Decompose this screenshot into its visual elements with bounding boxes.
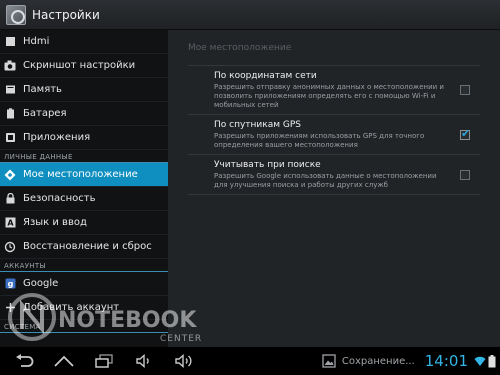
recent-apps-icon <box>95 354 113 368</box>
battery-icon <box>4 108 16 120</box>
system-bar: Сохранение... 14:01 <box>0 347 500 375</box>
sidebar-item-label: Батарея <box>23 108 67 119</box>
sidebar-item-hdmi[interactable]: Hdmi <box>0 30 168 54</box>
volume-down-button[interactable] <box>124 347 164 375</box>
wifi-icon <box>474 356 486 366</box>
section-header-system: СИСТЕМА <box>0 320 168 333</box>
svg-text:A: A <box>7 219 14 228</box>
sidebar-item-language[interactable]: A Язык и ввод <box>0 211 168 235</box>
pref-name: Учитывать при поиске <box>214 160 321 170</box>
home-icon <box>54 355 74 367</box>
detail-pane: Мое местоположение По координатам сети Р… <box>168 30 500 347</box>
sidebar-item-label: Язык и ввод <box>23 217 87 228</box>
location-icon <box>4 169 16 181</box>
settings-list: Hdmi Скриншот настройки Память Батарея П… <box>0 30 168 347</box>
lock-icon <box>4 193 16 205</box>
sidebar-item-add-account[interactable]: Добавить аккаунт <box>0 296 168 320</box>
svg-text:g: g <box>7 280 13 289</box>
pref-summary: Разрешить отправку анонимных данных о ме… <box>214 83 444 109</box>
pref-summary: Разрешить Google использовать данные о м… <box>214 172 437 189</box>
sidebar-item-label: Восстановление и сброс <box>23 241 152 252</box>
plus-icon <box>4 302 16 314</box>
volume-up-icon <box>175 354 192 368</box>
gps-checkbox[interactable] <box>460 127 470 140</box>
sidebar-item-label: Память <box>23 84 62 95</box>
storage-icon <box>4 84 16 96</box>
sidebar-item-security[interactable]: Безопасность <box>0 187 168 211</box>
sidebar-item-apps[interactable]: Приложения <box>0 126 168 150</box>
action-bar: Настройки <box>0 0 500 30</box>
sidebar-item-label: Скриншот настройки <box>23 60 136 71</box>
camera-icon <box>4 60 16 72</box>
preference-list: По координатам сети Разрешить отправку а… <box>188 65 480 195</box>
sidebar-item-label: Безопасность <box>23 193 96 204</box>
sidebar-item-google[interactable]: g Google <box>0 272 168 296</box>
backup-icon <box>4 241 16 253</box>
home-button[interactable] <box>44 347 84 375</box>
status-area[interactable]: Сохранение... 14:01 <box>322 347 500 375</box>
apps-icon <box>4 132 16 144</box>
back-icon <box>16 354 34 367</box>
sidebar-item-screenshot[interactable]: Скриншот настройки <box>0 54 168 78</box>
pref-name: По координатам сети <box>214 71 317 81</box>
picture-notification-icon <box>322 354 336 368</box>
notification-text: Сохранение... <box>341 355 415 367</box>
hdmi-icon <box>4 36 16 48</box>
sidebar-item-label: Hdmi <box>23 36 50 47</box>
action-bar-title: Настройки <box>32 7 100 22</box>
pref-search-location[interactable]: Учитывать при поиске Разрешить Google ис… <box>188 155 480 195</box>
sidebar-item-label: Мое местоположение <box>23 169 138 180</box>
settings-app-icon[interactable] <box>6 4 26 25</box>
sidebar-item-storage[interactable]: Память <box>0 78 168 102</box>
battery-status-icon <box>488 354 496 367</box>
section-header-personal: ЛИЧНЫЕ ДАННЫЕ <box>0 150 168 163</box>
sidebar-item-label: Добавить аккаунт <box>23 302 120 313</box>
pref-summary: Разрешить приложениям использовать GPS д… <box>214 132 425 149</box>
recent-apps-button[interactable] <box>84 347 124 375</box>
status-icons <box>474 354 496 368</box>
sidebar-item-label: Google <box>23 278 59 289</box>
sidebar-item-label: Приложения <box>23 132 91 143</box>
clock: 14:01 <box>424 352 468 370</box>
search-location-checkbox[interactable] <box>460 169 470 180</box>
sidebar-item-backup-reset[interactable]: Восстановление и сброс <box>0 235 168 259</box>
pref-name: По спутникам GPS <box>214 120 301 130</box>
network-location-checkbox[interactable] <box>460 85 470 95</box>
sidebar-item-battery[interactable]: Батарея <box>0 102 168 126</box>
volume-down-icon <box>136 354 149 368</box>
volume-up-button[interactable] <box>164 347 204 375</box>
sidebar-item-location[interactable]: Мое местоположение <box>0 163 168 187</box>
back-button[interactable] <box>4 347 44 375</box>
detail-title: Мое местоположение <box>188 43 292 53</box>
language-icon: A <box>4 217 16 229</box>
pref-gps[interactable]: По спутникам GPS Разрешить приложениям и… <box>188 115 480 155</box>
pref-network-location[interactable]: По координатам сети Разрешить отправку а… <box>188 66 480 115</box>
google-icon: g <box>4 278 16 290</box>
section-header-accounts: АККАУНТЫ <box>0 259 168 272</box>
